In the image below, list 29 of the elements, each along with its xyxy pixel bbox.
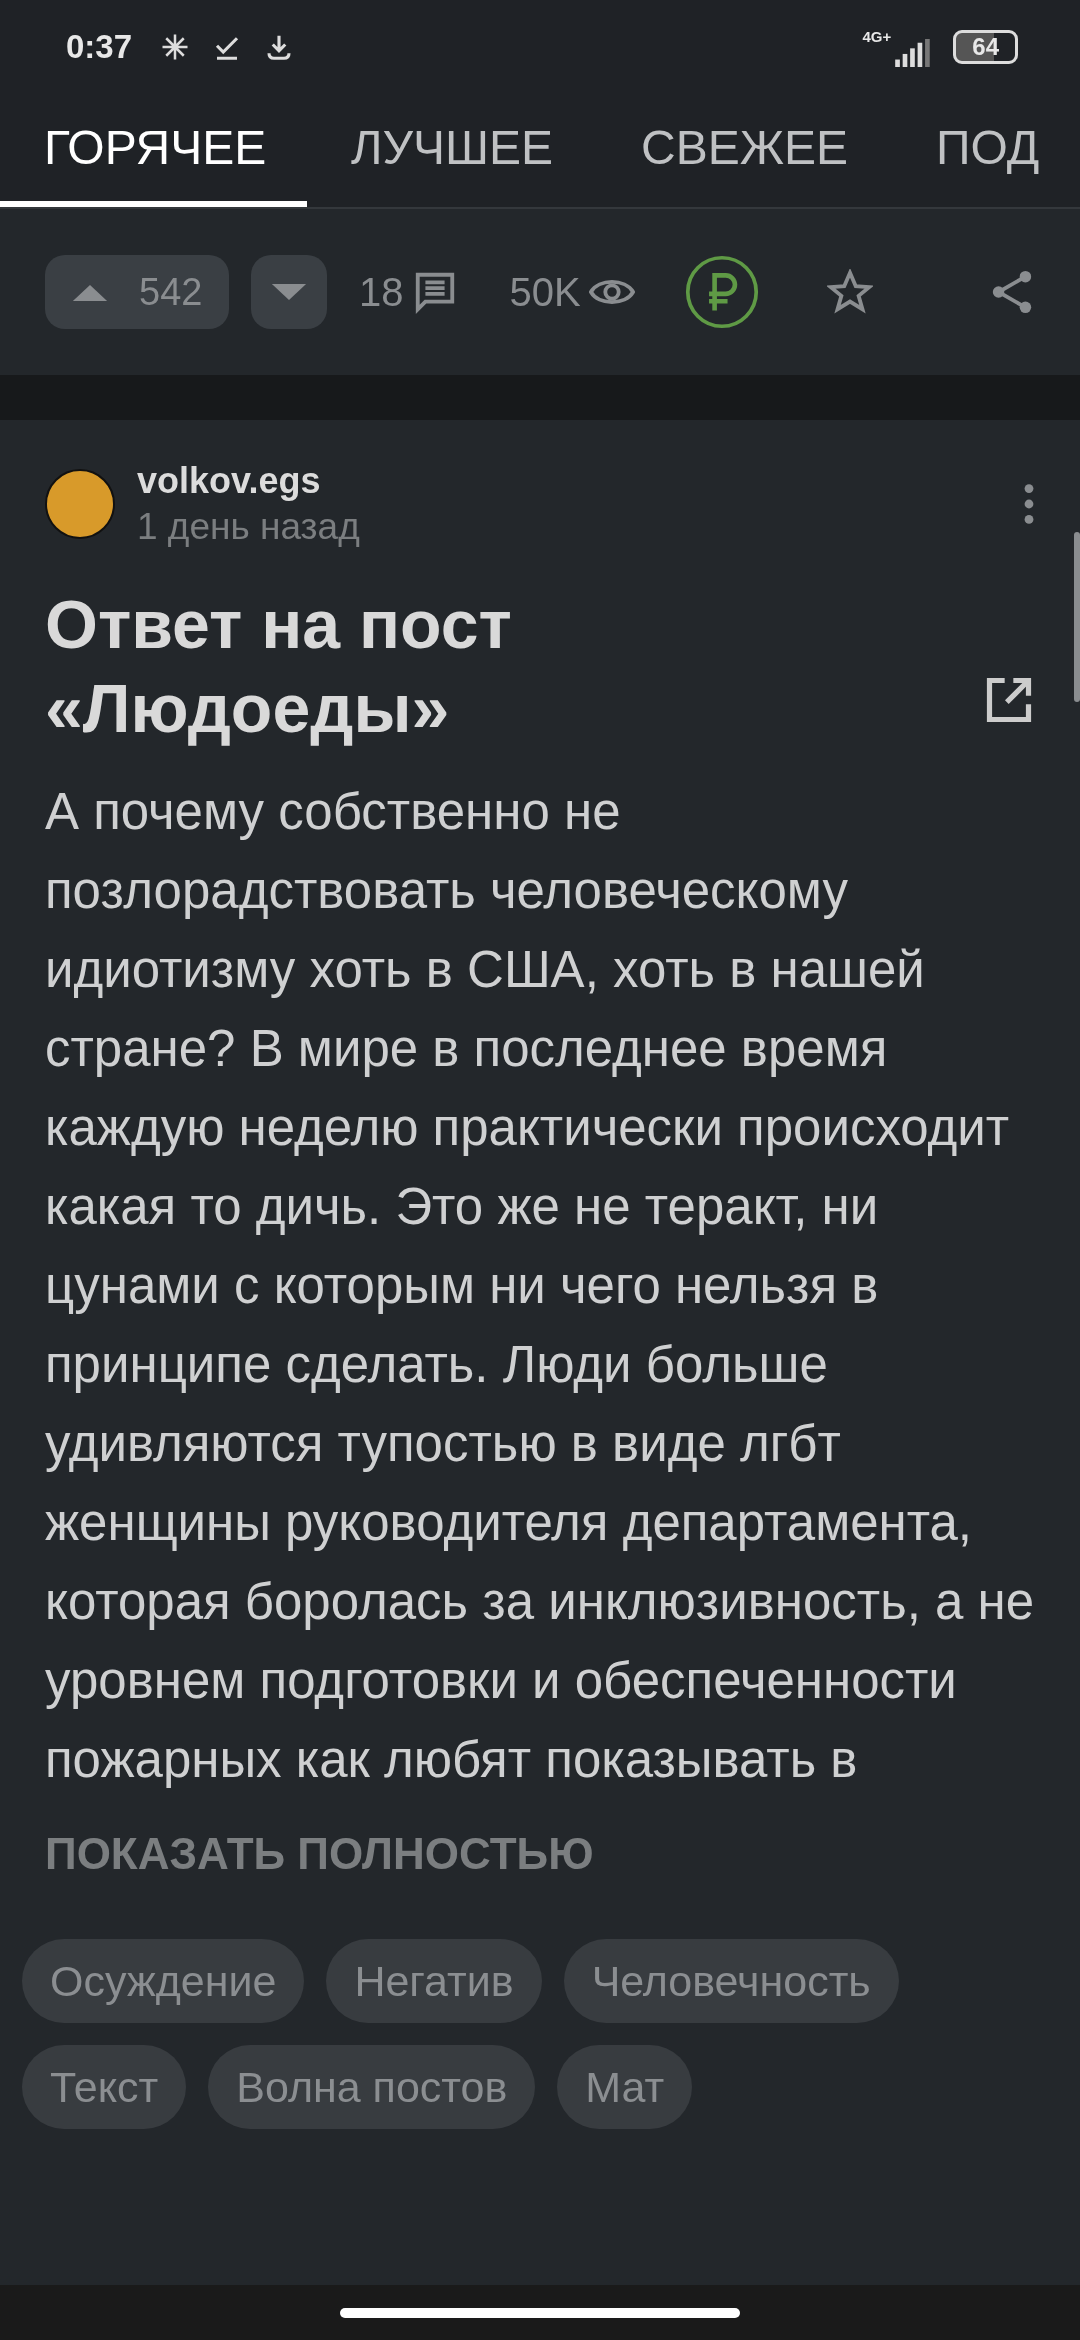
signal-icon bbox=[893, 39, 932, 67]
tag-chip[interactable]: Текст bbox=[22, 2045, 187, 2129]
ruble-icon[interactable] bbox=[684, 255, 759, 329]
down-triangle-icon bbox=[270, 282, 308, 302]
show-more-link[interactable]: ПОКАЗАТЬ ПОЛНОСТЬЮ bbox=[45, 1829, 594, 1879]
more-icon[interactable] bbox=[1023, 482, 1035, 526]
star-icon[interactable] bbox=[826, 269, 873, 315]
tag-chip[interactable]: Человечность bbox=[563, 1939, 899, 2023]
tag-chip[interactable]: Волна постов bbox=[208, 2045, 536, 2129]
upvote-button[interactable]: 542 bbox=[45, 255, 229, 329]
post-title[interactable]: Ответ на пост «Людоеды» bbox=[45, 582, 983, 750]
author-name[interactable]: volkov.egs bbox=[137, 460, 1001, 502]
post-time: 1 день назад bbox=[137, 506, 361, 548]
home-indicator[interactable] bbox=[340, 2307, 740, 2318]
tag-chip[interactable]: Осуждение bbox=[22, 1939, 305, 2023]
sparkle-icon bbox=[160, 32, 191, 62]
views-count: 50K bbox=[509, 269, 581, 315]
tab[interactable]: СВЕЖЕЕ bbox=[597, 94, 893, 207]
tag-chip[interactable]: Мат bbox=[557, 2045, 693, 2129]
battery-indicator: 64 bbox=[953, 30, 1018, 64]
tab[interactable]: ЛУЧШЕЕ bbox=[307, 94, 597, 207]
network-label: 4G+ bbox=[862, 28, 892, 45]
comments-count: 18 bbox=[359, 269, 404, 315]
status-time: 0:37 bbox=[66, 28, 133, 66]
up-triangle-icon bbox=[71, 282, 109, 302]
post-body: А почему собственно не позлорадствовать человеческому идиотизму хоть в США, хоть в нашей стране? В мире в последнее время каждую неделю практически происходит какая то дичь. Это же не теракт, ни цунами с которым ни чего нельзя в принципе сделать. Люди больше удивляются тупостью в виде лгбт женщины руководителя департамента, которая боролась за инклюзивность, а не уровнем подготовки и обеспеченности пожарных как любят показывать в bbox=[45, 782, 1035, 1790]
tab[interactable]: ПОД bbox=[892, 94, 1080, 207]
downvote-button[interactable] bbox=[251, 255, 327, 329]
tag-chip[interactable]: Негатив bbox=[326, 1939, 542, 2023]
